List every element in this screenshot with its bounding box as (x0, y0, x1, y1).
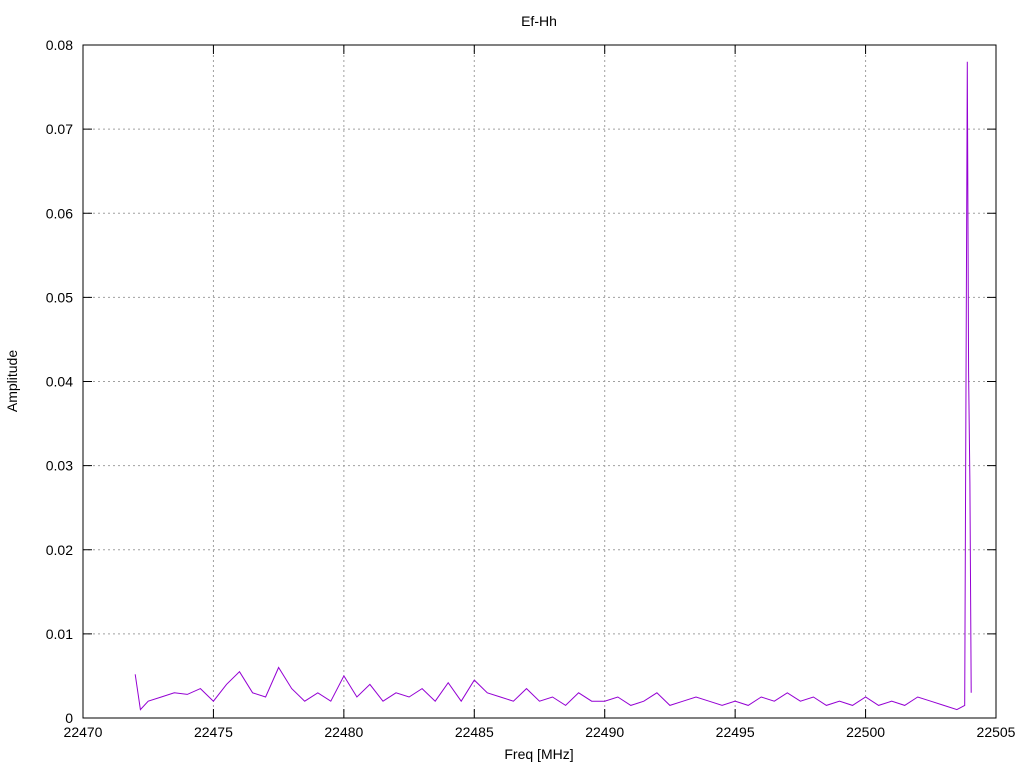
chart-svg: Ef-Hh 22470 22475 22480 22485 22490 22495 2250… (4, 13, 1016, 762)
x-tick-label: 22470 (64, 724, 103, 740)
axis-ticks: 22470 22475 22480 22485 22490 22495 22500 22505… (46, 37, 1016, 740)
y-tick-label: 0.06 (46, 205, 73, 221)
y-tick-label: 0.02 (46, 542, 73, 558)
x-tick-label: 22505 (977, 724, 1016, 740)
y-axis-label: Amplitude (4, 350, 20, 412)
series-line (134, 61, 972, 711)
y-tick-label: 0.07 (46, 121, 73, 137)
x-axis-label: Freq [MHz] (504, 746, 573, 762)
y-tick-label: 0.05 (46, 289, 73, 305)
x-tick-label: 22480 (324, 724, 363, 740)
series-layer (134, 61, 972, 711)
x-tick-label: 22485 (455, 724, 494, 740)
y-tick-label: 0 (65, 710, 73, 726)
y-tick-label: 0.03 (46, 458, 73, 474)
grid (83, 45, 996, 718)
x-tick-label: 22495 (716, 724, 755, 740)
y-tick-label: 0.08 (46, 37, 73, 53)
x-tick-label: 22490 (585, 724, 624, 740)
y-tick-label: 0.01 (46, 626, 73, 642)
x-tick-label: 22500 (846, 724, 885, 740)
chart-title: Ef-Hh (521, 13, 557, 29)
x-tick-label: 22475 (194, 724, 233, 740)
y-tick-label: 0.04 (46, 374, 73, 390)
